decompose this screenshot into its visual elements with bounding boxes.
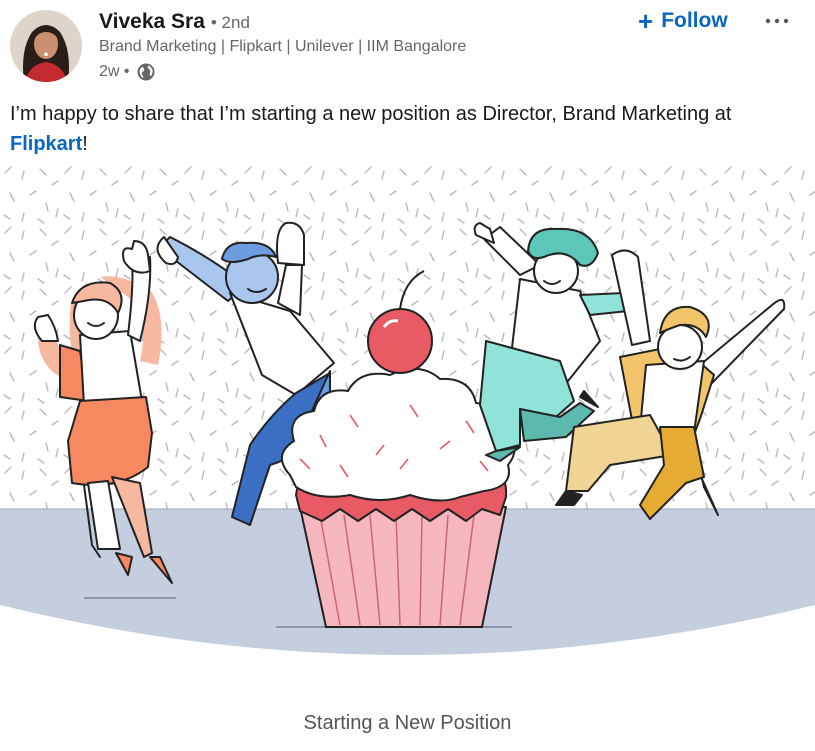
commentary-text: I’m happy to share that I’m starting a n… [10, 103, 732, 125]
feed-post: Viveka Sra • 2nd Brand Marketing | Flipk… [0, 0, 815, 751]
profile-photo [10, 10, 82, 82]
post-commentary: I’m happy to share that I’m starting a n… [10, 99, 800, 159]
image-caption: Starting a New Position [303, 712, 512, 734]
actor-name-row: Viveka Sra • 2nd [99, 10, 250, 34]
follow-button[interactable]: + Follow [630, 4, 736, 38]
post-time: 2w • [99, 63, 130, 80]
connection-degree: • 2nd [210, 13, 250, 32]
celebration-illustration[interactable] [0, 165, 815, 685]
follow-label: Follow [661, 9, 728, 32]
actor-name[interactable]: Viveka Sra [99, 10, 205, 34]
ellipsis-icon [765, 18, 789, 24]
avatar[interactable] [10, 10, 82, 82]
globe-icon [136, 62, 156, 82]
commentary-end: ! [82, 133, 88, 155]
post-meta: 2w • [99, 62, 156, 82]
plus-icon: + [638, 6, 654, 36]
actor-headline: Brand Marketing | Flipkart | Unilever | … [99, 38, 467, 55]
more-options-button[interactable] [760, 6, 794, 36]
company-mention-link[interactable]: Flipkart [10, 133, 82, 155]
